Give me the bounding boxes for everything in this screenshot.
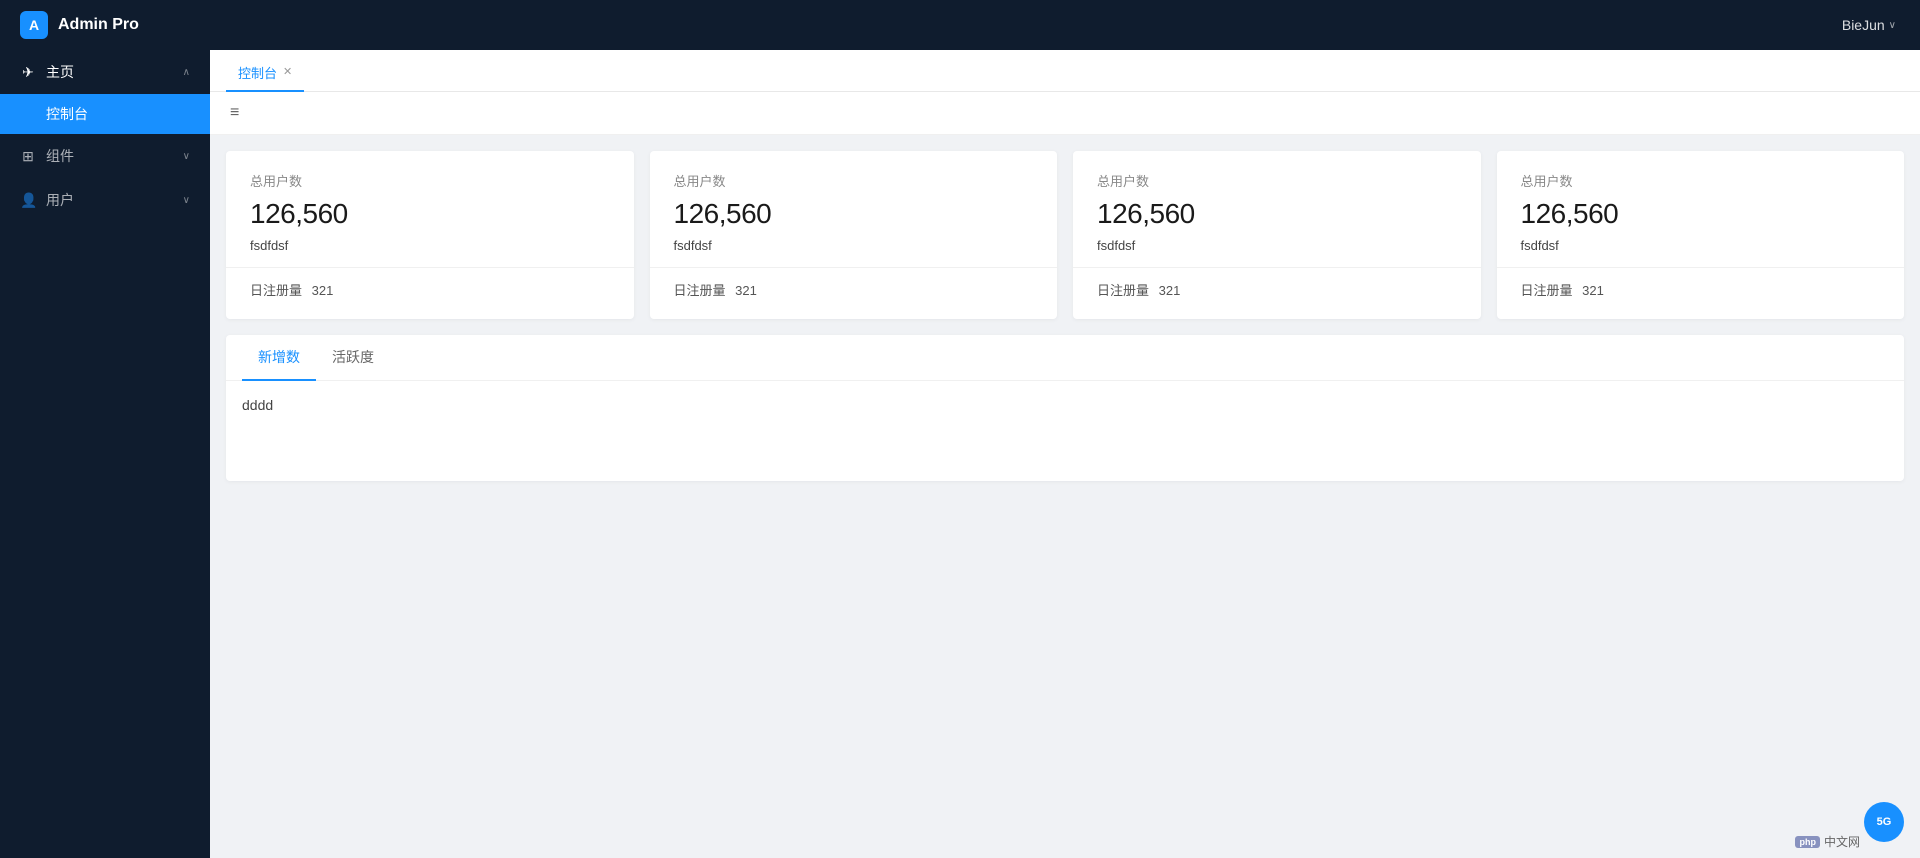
chart-tabs: 新增数 活跃度 <box>226 335 1904 381</box>
tab-dashboard[interactable]: 控制台 ✕ <box>226 55 304 92</box>
stat-footer-label-2: 日注册量 <box>674 283 726 298</box>
main-layout: ✈ 主页 ∧ 控制台 ⊞ 组件 ∨ 👤 用户 ∨ <box>0 50 1920 858</box>
users-icon: 👤 <box>20 192 36 209</box>
chart-tab-new[interactable]: 新增数 <box>242 335 316 381</box>
stat-footer-2: 日注册量 321 <box>674 280 1034 299</box>
content-area: 控制台 ✕ ≡ 总用户数 126,560 fsdfdsf 日注册量 321 <box>210 50 1920 858</box>
stat-card-2: 总用户数 126,560 fsdfdsf 日注册量 321 <box>650 151 1058 319</box>
tab-dashboard-label: 控制台 <box>238 63 277 82</box>
sidebar-item-users-left: 👤 用户 <box>20 190 74 210</box>
main-content: 总用户数 126,560 fsdfdsf 日注册量 321 总用户数 126,5… <box>210 135 1920 858</box>
collapse-icon[interactable]: ≡ <box>226 100 243 126</box>
stat-card-1: 总用户数 126,560 fsdfdsf 日注册量 321 <box>226 151 634 319</box>
home-chevron-icon: ∧ <box>183 67 190 78</box>
sidebar-item-dashboard-label: 控制台 <box>46 106 88 122</box>
chart-body: dddd <box>226 381 1904 481</box>
stat-desc-1: fsdfdsf <box>250 238 610 253</box>
stat-footer-count-2: 321 <box>735 283 757 298</box>
stat-card-4: 总用户数 126,560 fsdfdsf 日注册量 321 <box>1497 151 1905 319</box>
badge-text: 5G <box>1877 816 1892 828</box>
logo-icon: A <box>20 11 48 39</box>
stat-footer-label-1: 日注册量 <box>250 283 302 298</box>
stat-divider-4 <box>1497 267 1905 268</box>
top-header: A Admin Pro BieJun ∨ <box>0 0 1920 50</box>
tab-close-icon[interactable]: ✕ <box>283 67 292 78</box>
bottom-badge[interactable]: 5G <box>1864 802 1904 842</box>
stat-footer-label-4: 日注册量 <box>1521 283 1573 298</box>
chart-section: 新增数 活跃度 dddd <box>226 335 1904 481</box>
toolbar: ≡ <box>210 92 1920 135</box>
stat-desc-4: fsdfdsf <box>1521 238 1881 253</box>
users-chevron-icon: ∨ <box>183 195 190 206</box>
sidebar-item-home[interactable]: ✈ 主页 ∧ <box>0 50 210 94</box>
chart-content: dddd <box>242 397 273 413</box>
chevron-down-icon: ∨ <box>1889 20 1896 31</box>
chart-tab-activity[interactable]: 活跃度 <box>316 335 390 381</box>
stat-footer-count-4: 321 <box>1582 283 1604 298</box>
stat-footer-count-3: 321 <box>1159 283 1181 298</box>
sidebar-item-dashboard[interactable]: 控制台 <box>0 94 210 134</box>
logo-area: A Admin Pro <box>0 11 210 39</box>
components-chevron-icon: ∨ <box>183 151 190 162</box>
stat-footer-1: 日注册量 321 <box>250 280 610 299</box>
sidebar-item-home-left: ✈ 主页 <box>20 62 74 82</box>
sidebar-item-components-label: 组件 <box>46 146 74 166</box>
stat-footer-count-1: 321 <box>312 283 334 298</box>
php-badge[interactable]: php 中文网 <box>1795 833 1860 850</box>
stat-footer-label-3: 日注册量 <box>1097 283 1149 298</box>
stat-divider-3 <box>1073 267 1481 268</box>
stat-label-4: 总用户数 <box>1521 171 1881 190</box>
sidebar-item-users-label: 用户 <box>46 190 74 210</box>
stat-label-2: 总用户数 <box>674 171 1034 190</box>
php-site-label: 中文网 <box>1824 833 1860 850</box>
stat-desc-2: fsdfdsf <box>674 238 1034 253</box>
sidebar-item-home-label: 主页 <box>46 62 74 82</box>
stat-divider-2 <box>650 267 1058 268</box>
stat-desc-3: fsdfdsf <box>1097 238 1457 253</box>
stats-row: 总用户数 126,560 fsdfdsf 日注册量 321 总用户数 126,5… <box>226 151 1904 319</box>
sidebar-item-users[interactable]: 👤 用户 ∨ <box>0 178 210 222</box>
stat-footer-4: 日注册量 321 <box>1521 280 1881 299</box>
php-logo: php <box>1795 836 1820 848</box>
stat-divider-1 <box>226 267 634 268</box>
stat-value-1: 126,560 <box>250 198 610 230</box>
sidebar-item-components-left: ⊞ 组件 <box>20 146 74 166</box>
stat-label-1: 总用户数 <box>250 171 610 190</box>
stat-value-3: 126,560 <box>1097 198 1457 230</box>
app-title: Admin Pro <box>58 16 139 34</box>
stat-value-2: 126,560 <box>674 198 1034 230</box>
user-menu[interactable]: BieJun ∨ <box>1842 17 1920 33</box>
components-icon: ⊞ <box>20 148 36 165</box>
tabs-bar: 控制台 ✕ <box>210 50 1920 92</box>
username-label: BieJun <box>1842 17 1885 33</box>
stat-label-3: 总用户数 <box>1097 171 1457 190</box>
stat-footer-3: 日注册量 321 <box>1097 280 1457 299</box>
sidebar: ✈ 主页 ∧ 控制台 ⊞ 组件 ∨ 👤 用户 ∨ <box>0 50 210 858</box>
stat-value-4: 126,560 <box>1521 198 1881 230</box>
sidebar-item-components[interactable]: ⊞ 组件 ∨ <box>0 134 210 178</box>
stat-card-3: 总用户数 126,560 fsdfdsf 日注册量 321 <box>1073 151 1481 319</box>
home-icon: ✈ <box>20 64 36 81</box>
